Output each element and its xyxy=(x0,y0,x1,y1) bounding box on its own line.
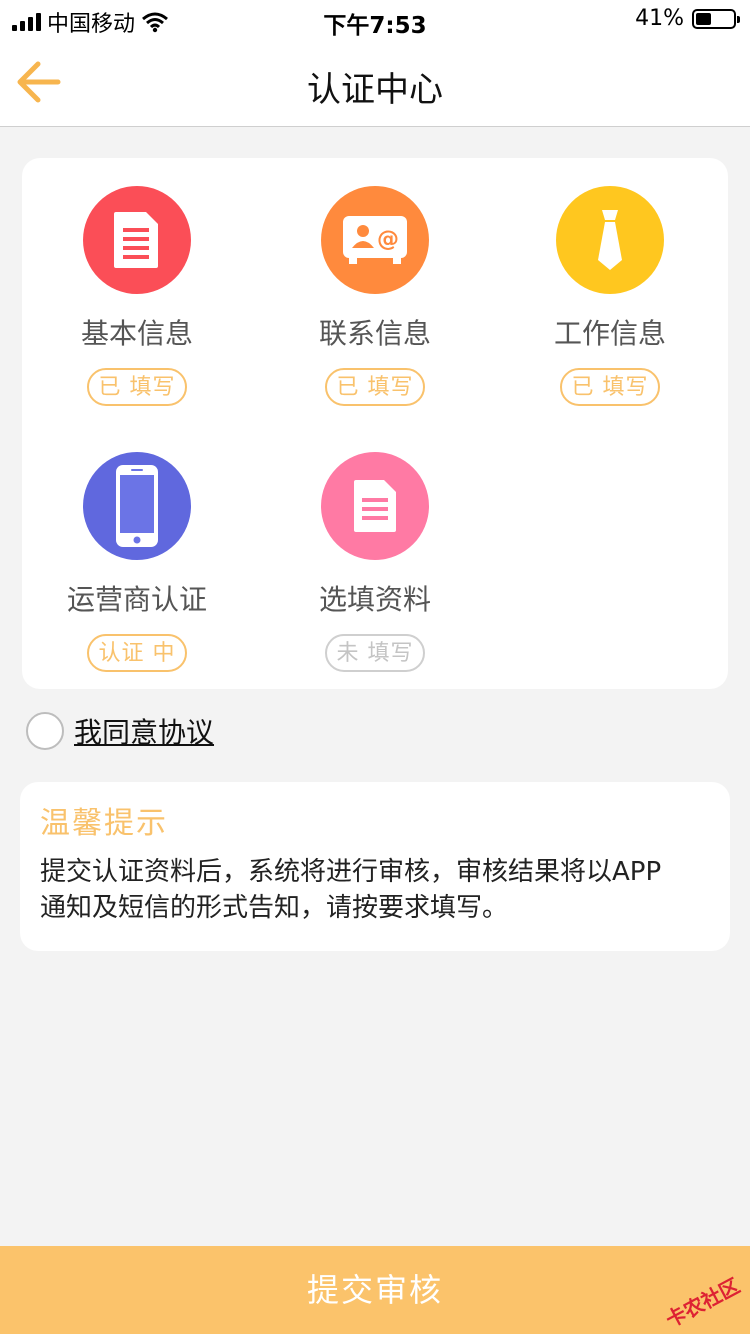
item-label: 运营商认证 xyxy=(66,583,207,616)
status-right: 41% xyxy=(635,6,740,31)
svg-text:@: @ xyxy=(377,227,399,252)
auth-items-card: 基本信息 已 填写 @ 联系信息 已 填写 工作信息 已 填写 运营商认证 认证… xyxy=(22,158,728,689)
carrier-auth-icon-circle xyxy=(83,452,191,560)
battery-fill xyxy=(696,12,711,25)
necktie-icon xyxy=(598,210,622,270)
tips-title: 温馨提示 xyxy=(40,806,168,841)
status-pill: 已 填写 xyxy=(560,368,660,406)
work-info-icon-circle xyxy=(556,186,664,294)
submit-label: 提交审核 xyxy=(306,1271,443,1309)
nav-bar: 认证中心 xyxy=(0,40,750,127)
item-basic-info[interactable]: 基本信息 已 填写 xyxy=(47,186,227,406)
agreement-link[interactable]: 我同意协议 xyxy=(74,711,214,751)
optional-info-icon-circle xyxy=(321,452,429,560)
status-bar: 中国移动 下午7:53 41% xyxy=(0,0,750,40)
agreement-radio[interactable] xyxy=(26,712,64,750)
item-label: 工作信息 xyxy=(553,317,666,350)
tips-body: 提交认证资料后，系统将进行审核，审核结果将以APP通知及短信的形式告知，请按要求… xyxy=(40,857,662,923)
contact-card-icon: @ xyxy=(343,216,407,264)
item-carrier-auth[interactable]: 运营商认证 认证 中 xyxy=(47,452,227,672)
item-contact-info[interactable]: @ 联系信息 已 填写 xyxy=(285,186,465,406)
battery-icon xyxy=(692,8,740,29)
item-label: 选填资料 xyxy=(318,583,431,616)
item-optional-info[interactable]: 选填资料 未 填写 xyxy=(285,452,465,672)
tips-card: 温馨提示 提交认证资料后，系统将进行审核，审核结果将以APP通知及短信的形式告知… xyxy=(20,782,730,951)
phone-icon xyxy=(116,465,158,547)
document-icon xyxy=(354,480,396,532)
status-pill: 认证 中 xyxy=(87,634,187,672)
contact-info-icon-circle: @ xyxy=(321,186,429,294)
basic-info-icon-circle xyxy=(83,186,191,294)
page-title: 认证中心 xyxy=(307,70,443,110)
submit-button[interactable]: 提交审核 xyxy=(0,1246,750,1334)
item-label: 基本信息 xyxy=(80,317,193,350)
battery-percent: 41% xyxy=(635,6,684,31)
agreement-row[interactable]: 我同意协议 xyxy=(26,710,214,752)
item-work-info[interactable]: 工作信息 已 填写 xyxy=(520,186,700,406)
status-pill: 已 填写 xyxy=(325,368,425,406)
item-label: 联系信息 xyxy=(318,317,431,350)
status-pill: 已 填写 xyxy=(87,368,187,406)
status-pill: 未 填写 xyxy=(325,634,425,672)
document-icon xyxy=(114,212,158,268)
